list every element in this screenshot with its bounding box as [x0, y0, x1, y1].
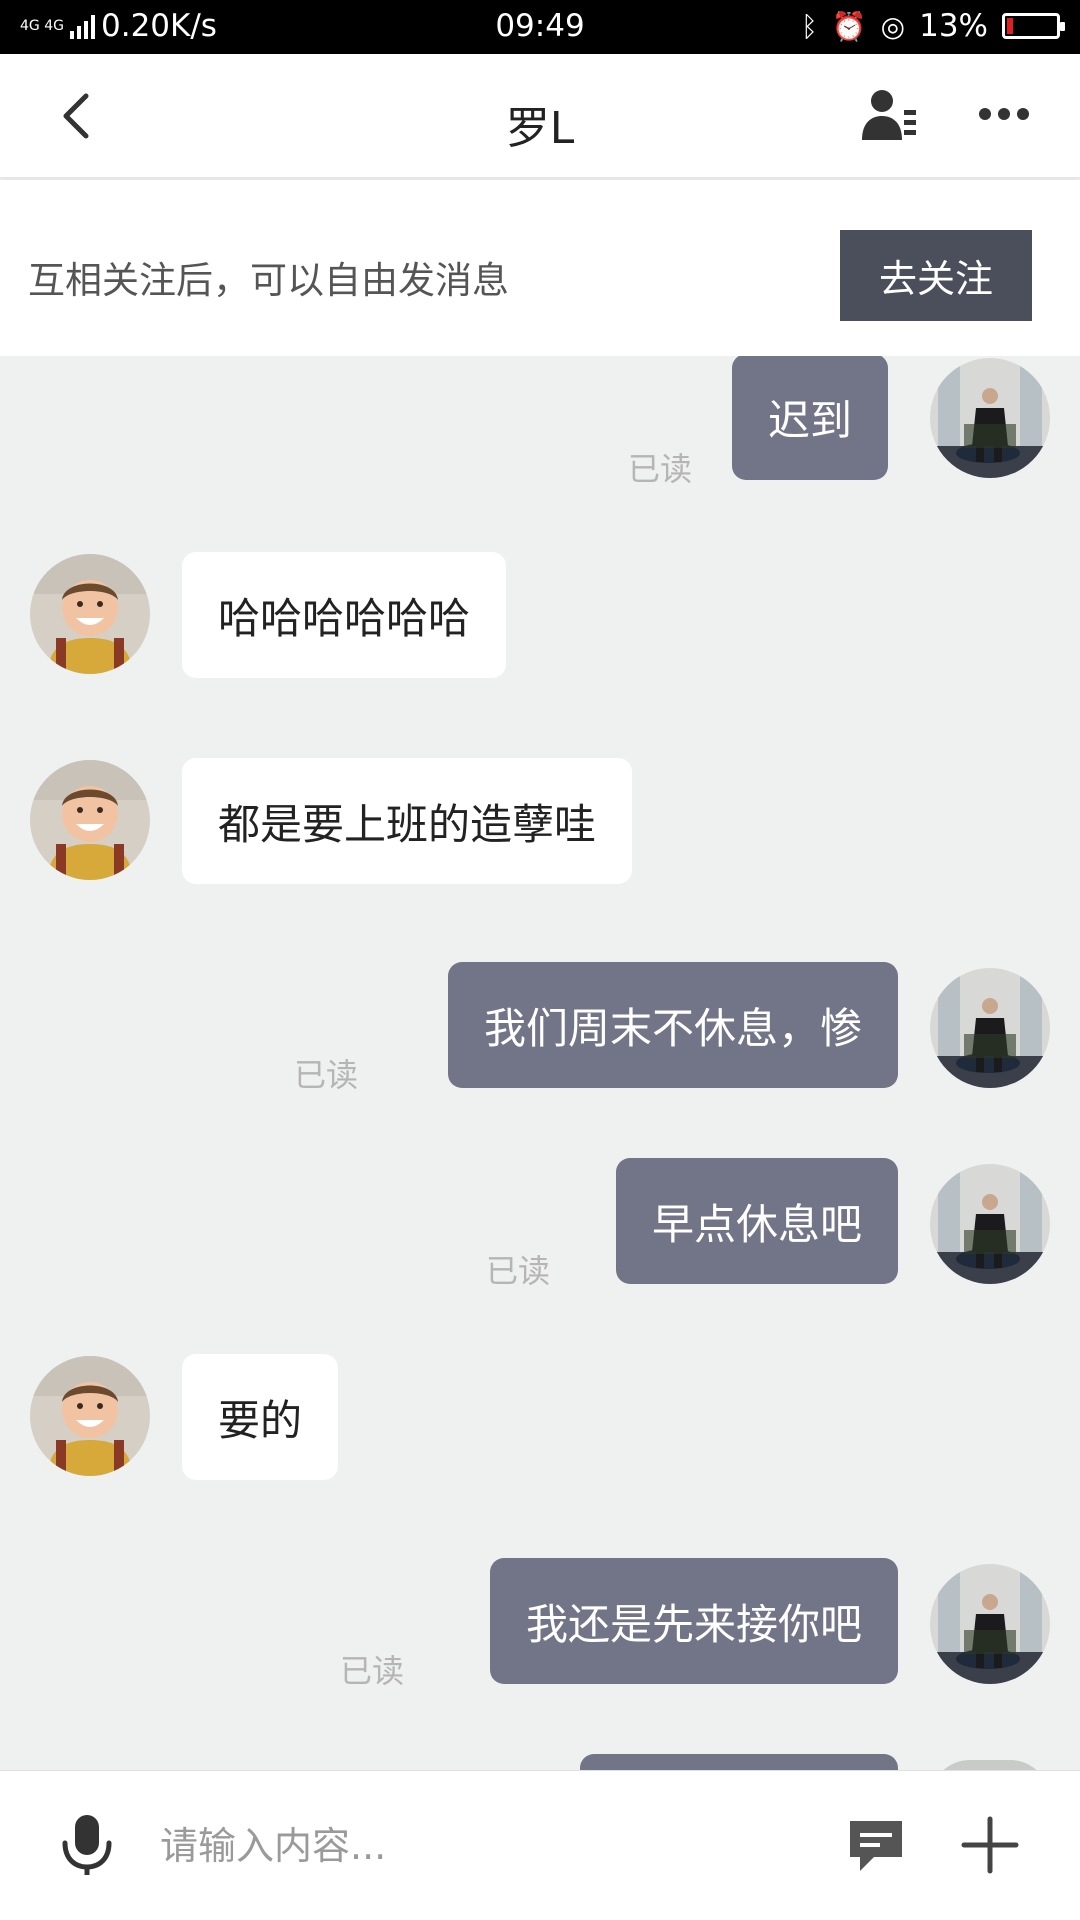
avatar-contact[interactable] — [30, 554, 150, 674]
microphone-icon[interactable] — [60, 1813, 114, 1877]
avatar-partial — [930, 1760, 1050, 1770]
follow-button[interactable]: 去关注 — [840, 230, 1032, 321]
user-detail-icon[interactable] — [860, 88, 920, 144]
message-bubble-outgoing[interactable]: 早点休息吧 — [615, 1158, 898, 1284]
avatar-self[interactable] — [930, 358, 1050, 478]
message-bubble-incoming[interactable]: 都是要上班的造孽哇 — [182, 758, 633, 884]
avatar-contact[interactable] — [30, 1356, 150, 1476]
message-bubble-incoming[interactable]: 哈哈哈哈哈哈 — [182, 552, 507, 678]
message-list[interactable]: 迟到 已读 哈哈哈哈哈哈 都是要上班的造孽哇 我们周末不休息，惨 已读 早点休息… — [0, 356, 1080, 1770]
message-input[interactable] — [160, 1809, 800, 1883]
message-bubble-outgoing[interactable]: 迟到 — [732, 356, 889, 480]
read-status: 已读 — [340, 1652, 405, 1690]
avatar-self[interactable] — [930, 1564, 1050, 1684]
battery-percent: 13% — [919, 8, 988, 44]
status-bar: 4G 4G 0.20K/s 09:49 ᛒ ⏰ ◎ 13% — [0, 0, 1080, 54]
follow-banner: 互相关注后，可以自由发消息 去关注 — [0, 180, 1080, 356]
alarm-icon: ⏰ — [831, 9, 867, 43]
avatar-self[interactable] — [930, 1164, 1050, 1284]
message-bubble-partial — [580, 1754, 898, 1770]
chat-header: 罗L — [0, 54, 1080, 178]
avatar-contact[interactable] — [30, 760, 150, 880]
message-bubble-outgoing[interactable]: 我还是先来接你吧 — [489, 1558, 898, 1684]
battery-icon — [1002, 13, 1065, 39]
message-bubble-outgoing[interactable]: 我们周末不休息，惨 — [447, 962, 898, 1088]
follow-hint: 互相关注后，可以自由发消息 — [28, 259, 509, 302]
chat-bubble-icon[interactable] — [846, 1817, 906, 1875]
avatar-self[interactable] — [930, 968, 1050, 1088]
read-status: 已读 — [486, 1252, 551, 1290]
read-status: 已读 — [294, 1056, 359, 1094]
location-icon: ◎ — [880, 9, 906, 43]
plus-icon[interactable] — [960, 1815, 1020, 1875]
more-dots-icon[interactable] — [975, 94, 1035, 134]
read-status: 已读 — [628, 450, 693, 488]
bluetooth-icon: ᛒ — [800, 9, 818, 43]
message-input-bar — [0, 1770, 1080, 1920]
message-bubble-incoming[interactable]: 要的 — [182, 1354, 339, 1480]
